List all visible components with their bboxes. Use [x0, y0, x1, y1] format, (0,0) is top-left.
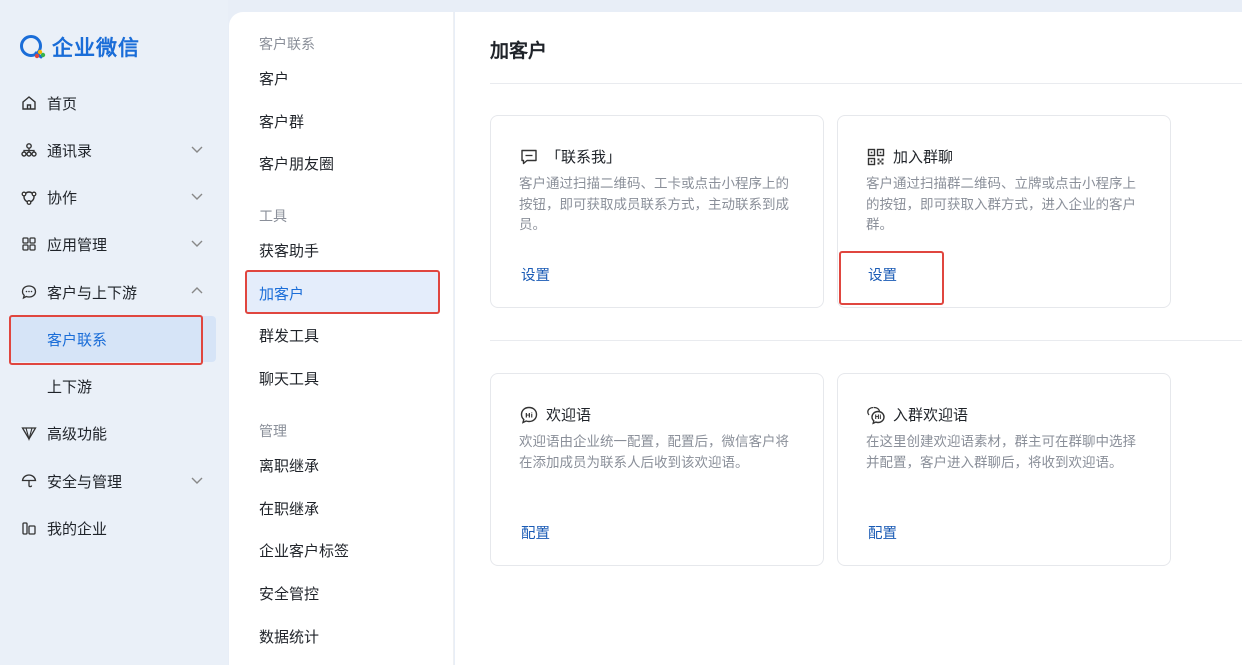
- configure-link[interactable]: 配置: [868, 522, 897, 543]
- subnav-item-customer-tags[interactable]: 企业客户标签: [245, 529, 439, 571]
- sidebar-item-home[interactable]: 首页: [10, 80, 216, 126]
- group-title-tools: 工具: [259, 208, 287, 224]
- sidebar-item-label: 上下游: [47, 378, 93, 396]
- building-icon: [20, 520, 37, 537]
- sidebar-item-label: 客户与上下游: [47, 284, 138, 302]
- chevron-down-icon[interactable]: [190, 473, 204, 487]
- page-title: 加客户: [490, 41, 548, 62]
- card-group-welcome-message: Hi 入群欢迎语 在这里创建欢迎语素材，群主可在群聊中选择并配置，客户进入群聊后…: [837, 373, 1171, 566]
- card-description: 客户通过扫描二维码、工卡或点击小程序上的按钮，即可获取成员联系方式，主动联系到成…: [519, 176, 789, 232]
- subnav-item-chat-tools[interactable]: 聊天工具: [245, 357, 439, 399]
- subnav-item-add-customers[interactable]: 加客户: [245, 272, 439, 314]
- main-content: 加客户 「联系我」 客户通过扫描二维码、工卡或点击小程序上的按钮，即可获取成员联…: [455, 12, 1242, 665]
- subnav-item-security-control[interactable]: 安全管控: [245, 572, 439, 614]
- svg-text:Hi: Hi: [875, 415, 882, 421]
- card-contact-me: 「联系我」 客户通过扫描二维码、工卡或点击小程序上的按钮，即可获取成员联系方式，…: [490, 115, 824, 308]
- hi-bubble-icon: Hi: [519, 405, 539, 425]
- sidebar-item-customer-contact[interactable]: 客户联系: [10, 316, 216, 362]
- subnav-item-acquisition-assistant[interactable]: 获客助手: [245, 229, 439, 271]
- main-sidebar: 企业微信 首页 通讯录 协作 应用管理 客户与上下游 客户联系 上下游 高级功能…: [0, 0, 228, 665]
- sidebar-item-contacts[interactable]: 通讯录: [10, 127, 216, 173]
- card-title: 加入群聊: [893, 149, 954, 166]
- logo-text: 企业微信: [52, 37, 140, 60]
- card-header: Hi 入群欢迎语: [866, 404, 968, 425]
- sidebar-item-security[interactable]: 安全与管理: [10, 458, 216, 504]
- card-join-group: 加入群聊 客户通过扫描群二维码、立牌或点击小程序上的按钮，即可获取入群方式，进入…: [837, 115, 1171, 308]
- home-icon: [20, 95, 37, 112]
- sub-navigation: 客户联系 客户 客户群 客户朋友圈 工具 获客助手 加客户 群发工具 聊天工具 …: [229, 12, 454, 665]
- card-description: 欢迎语由企业统一配置，配置后，微信客户将在添加成员为联系人后收到该欢迎语。: [519, 434, 789, 470]
- sidebar-item-label: 应用管理: [47, 236, 108, 254]
- card-header: Hi 欢迎语: [519, 404, 591, 425]
- subnav-item-mass-messaging[interactable]: 群发工具: [245, 314, 439, 356]
- sidebar-item-app-management[interactable]: 应用管理: [10, 221, 216, 267]
- sidebar-item-upstream-downstream[interactable]: 上下游: [10, 363, 216, 409]
- diamond-icon: [20, 425, 37, 442]
- chevron-down-icon[interactable]: [190, 142, 204, 156]
- card-header: 「联系我」: [519, 146, 621, 167]
- apps-grid-icon: [20, 236, 37, 253]
- chat-bubble-icon: [20, 284, 37, 301]
- sidebar-item-label: 协作: [47, 189, 78, 207]
- sidebar-item-label: 客户联系: [47, 331, 108, 349]
- card-title: 欢迎语: [546, 407, 592, 424]
- divider: [490, 83, 1242, 84]
- subnav-item-statistics[interactable]: 数据统计: [245, 615, 439, 657]
- subnav-item-customer-moments[interactable]: 客户朋友圈: [245, 142, 439, 184]
- settings-link[interactable]: 设置: [868, 264, 897, 285]
- sidebar-item-label: 我的企业: [47, 520, 108, 538]
- card-title: 入群欢迎语: [893, 407, 969, 424]
- umbrella-icon: [20, 473, 37, 490]
- chevron-up-icon[interactable]: [190, 284, 204, 298]
- wecom-logo-icon: [18, 32, 48, 62]
- chevron-down-icon[interactable]: [190, 236, 204, 250]
- collab-icon: [20, 189, 37, 206]
- group-hi-bubble-icon: Hi: [866, 405, 886, 425]
- sidebar-item-advanced[interactable]: 高级功能: [10, 410, 216, 456]
- sidebar-item-my-enterprise[interactable]: 我的企业: [10, 505, 216, 551]
- configure-link[interactable]: 配置: [521, 522, 550, 543]
- group-title-customer-contact: 客户联系: [259, 36, 315, 52]
- subnav-item-onjob-inheritance[interactable]: 在职继承: [245, 487, 439, 529]
- card-description: 在这里创建欢迎语素材，群主可在群聊中选择并配置，客户进入群聊后，将收到欢迎语。: [866, 434, 1136, 470]
- qr-code-icon: [866, 147, 886, 167]
- card-header: 加入群聊: [866, 146, 953, 167]
- chat-bubble-icon: [519, 147, 539, 167]
- sidebar-item-collab[interactable]: 协作: [10, 174, 216, 220]
- sidebar-item-customers-upstream[interactable]: 客户与上下游: [10, 269, 216, 315]
- logo[interactable]: 企业微信: [18, 30, 140, 64]
- group-title-management: 管理: [259, 423, 287, 439]
- subnav-item-customer-groups[interactable]: 客户群: [245, 100, 439, 142]
- subnav-item-customers[interactable]: 客户: [245, 57, 439, 99]
- settings-link[interactable]: 设置: [521, 264, 550, 285]
- sidebar-item-label: 安全与管理: [47, 473, 123, 491]
- sidebar-item-label: 首页: [47, 95, 78, 113]
- org-chart-icon: [20, 142, 37, 159]
- svg-text:Hi: Hi: [525, 411, 533, 419]
- sidebar-item-label: 高级功能: [47, 425, 108, 443]
- card-description: 客户通过扫描群二维码、立牌或点击小程序上的按钮，即可获取入群方式，进入企业的客户…: [866, 176, 1136, 232]
- subnav-item-resigned-inheritance[interactable]: 离职继承: [245, 444, 439, 486]
- card-welcome-message: Hi 欢迎语 欢迎语由企业统一配置，配置后，微信客户将在添加成员为联系人后收到该…: [490, 373, 824, 566]
- chevron-down-icon[interactable]: [190, 189, 204, 203]
- sidebar-item-label: 通讯录: [47, 142, 93, 160]
- divider: [490, 340, 1242, 341]
- card-title: 「联系我」: [546, 149, 622, 166]
